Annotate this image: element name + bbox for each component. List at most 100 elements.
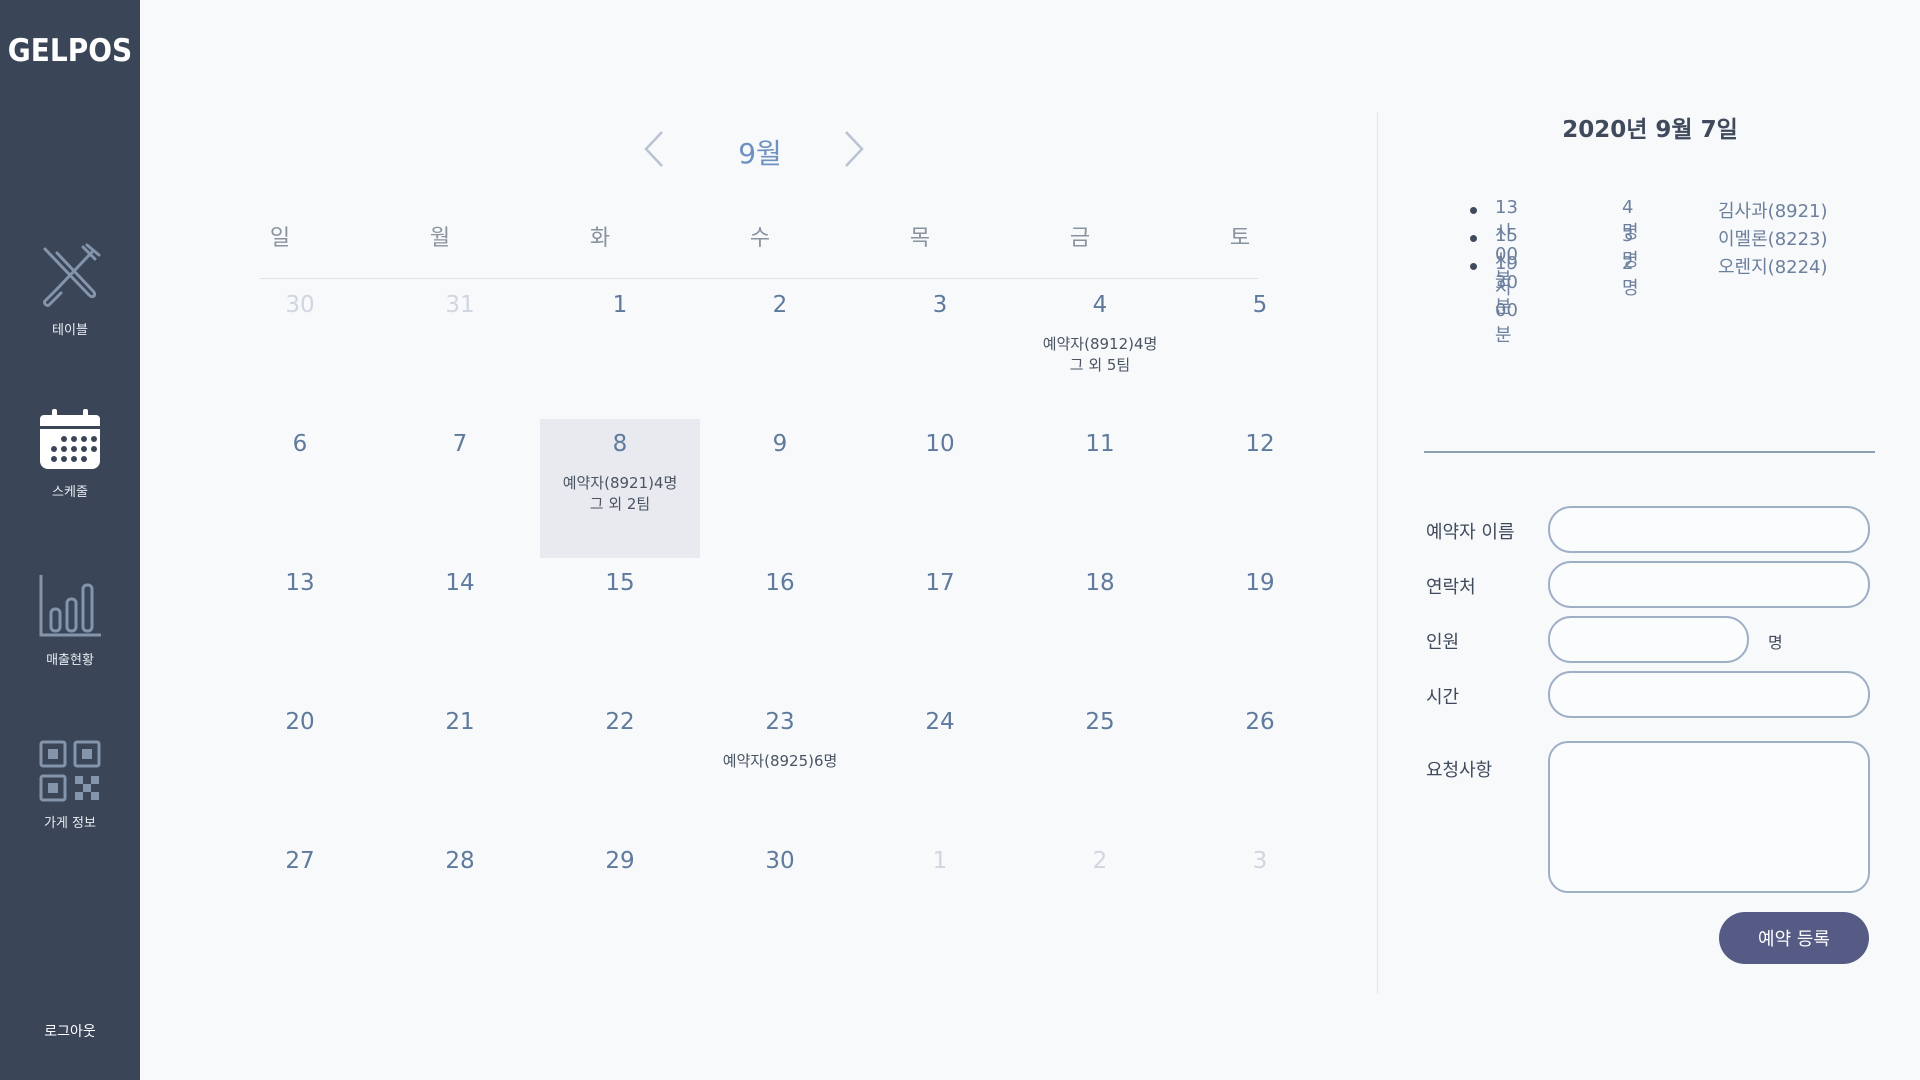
month-navigator: 9월	[630, 130, 890, 170]
day-number: 27	[285, 848, 315, 874]
calendar-day-cell[interactable]: 28	[380, 836, 540, 975]
day-number: 8	[612, 431, 628, 457]
reservation-name: 오렌지(8224)	[1718, 257, 1828, 278]
calendar-day-cell[interactable]: 16	[700, 558, 860, 697]
request-field-wrapper	[1548, 741, 1870, 893]
weekday-label: 금	[1069, 226, 1091, 251]
calendar-day-cell[interactable]: 2	[700, 280, 860, 419]
day-number: 1	[612, 292, 628, 318]
sidebar-item-table[interactable]: 테이블	[0, 243, 140, 338]
name-input[interactable]	[1550, 508, 1868, 551]
people-input[interactable]	[1550, 618, 1747, 661]
calendar-icon	[40, 409, 100, 469]
sidebar: GELPOS 테이블 스케줄 매출현황 가게 정보 로그아웃	[0, 0, 140, 1080]
day-event-summary: 예약자(8921)4명 그 외 2팀	[540, 473, 700, 515]
people-field-wrapper	[1548, 616, 1749, 663]
calendar-day-cell[interactable]: 29	[540, 836, 700, 975]
day-number: 11	[1085, 431, 1115, 457]
calendar-day-cell[interactable]: 9	[700, 419, 860, 558]
weekday-label: 월	[429, 226, 451, 251]
calendar-day-cell[interactable]: 13	[220, 558, 380, 697]
day-number: 13	[285, 570, 315, 596]
calendar-day-cell[interactable]: 19	[1180, 558, 1340, 697]
calendar-day-cell[interactable]: 26	[1180, 697, 1340, 836]
calendar-day-cell[interactable]: 30	[700, 836, 860, 975]
calendar-day-cell[interactable]: 20	[220, 697, 380, 836]
day-number: 2	[772, 292, 788, 318]
day-number: 6	[292, 431, 308, 457]
calendar-day-cell[interactable]: 23 예약자(8925)6명	[700, 697, 860, 836]
calendar-day-cell[interactable]: 7	[380, 419, 540, 558]
calendar-day-cell[interactable]: 3	[860, 280, 1020, 419]
calendar-day-cell[interactable]: 12	[1180, 419, 1340, 558]
sidebar-item-sales[interactable]: 매출현황	[0, 573, 140, 668]
day-number: 9	[772, 431, 788, 457]
day-number: 3	[932, 292, 948, 318]
calendar-day-cell[interactable]: 14	[380, 558, 540, 697]
calendar-day-cell[interactable]: 6	[220, 419, 380, 558]
calendar-day-cell[interactable]: 1	[860, 836, 1020, 975]
calendar-day-cell[interactable]: 24	[860, 697, 1020, 836]
weekday-label: 토	[1229, 226, 1251, 251]
day-event-summary: 예약자(8925)6명	[700, 751, 860, 772]
weekday-label: 화	[589, 226, 611, 251]
calendar-day-cell[interactable]: 22	[540, 697, 700, 836]
panel-divider	[1377, 112, 1378, 994]
calendar-day-cell[interactable]: 5	[1180, 280, 1340, 419]
reservation-name: 이멜론(8223)	[1718, 229, 1828, 250]
day-number: 18	[1085, 570, 1115, 596]
people-label: 인원	[1426, 632, 1460, 653]
chevron-right-icon[interactable]	[842, 130, 866, 168]
logout-button[interactable]: 로그아웃	[0, 1021, 140, 1041]
contact-field-wrapper	[1548, 561, 1870, 608]
calendar-day-cell[interactable]: 17	[860, 558, 1020, 697]
sidebar-item-label: 매출현황	[46, 653, 94, 668]
calendar-day-cell[interactable]: 10	[860, 419, 1020, 558]
calendar-divider	[260, 278, 1258, 279]
sidebar-item-schedule[interactable]: 스케줄	[0, 409, 140, 500]
chevron-left-icon[interactable]	[642, 130, 666, 168]
day-number: 28	[445, 848, 475, 874]
weekday-label: 목	[909, 226, 931, 251]
sidebar-item-label: 스케줄	[52, 485, 88, 500]
contact-input[interactable]	[1550, 563, 1868, 606]
day-number: 14	[445, 570, 475, 596]
bar-chart-icon	[39, 575, 101, 637]
sidebar-item-store-info[interactable]: 가게 정보	[0, 740, 140, 831]
calendar-day-cell[interactable]: 18	[1020, 558, 1180, 697]
calendar-day-cell[interactable]: 15	[540, 558, 700, 697]
sidebar-item-label: 테이블	[52, 323, 88, 338]
bullet-icon	[1470, 207, 1477, 214]
day-number: 3	[1252, 848, 1268, 874]
request-textarea[interactable]	[1550, 743, 1868, 891]
calendar-day-cell[interactable]: 30	[220, 280, 380, 419]
time-input[interactable]	[1550, 673, 1868, 716]
day-number: 12	[1245, 431, 1275, 457]
calendar-day-cell[interactable]: 2	[1020, 836, 1180, 975]
day-number: 7	[452, 431, 468, 457]
day-number: 29	[605, 848, 635, 874]
day-number: 21	[445, 709, 475, 735]
bullet-icon	[1470, 263, 1477, 270]
calendar-day-cell[interactable]: 11	[1020, 419, 1180, 558]
app-logo: GELPOS	[7, 32, 133, 69]
reservation-name: 김사과(8921)	[1718, 201, 1828, 222]
calendar-day-cell[interactable]: 27	[220, 836, 380, 975]
calendar-day-cell[interactable]: 3	[1180, 836, 1340, 975]
submit-reservation-button[interactable]: 예약 등록	[1719, 912, 1869, 964]
people-unit: 명	[1768, 633, 1783, 652]
calendar-day-cell[interactable]: 1	[540, 280, 700, 419]
calendar-day-cell[interactable]: 25	[1020, 697, 1180, 836]
calendar-day-cell[interactable]: 8 예약자(8921)4명 그 외 2팀	[540, 419, 700, 558]
day-number: 16	[765, 570, 795, 596]
day-number: 20	[285, 709, 315, 735]
utensils-icon	[43, 243, 101, 307]
calendar-day-cell[interactable]: 4 예약자(8912)4명 그 외 5팀	[1020, 280, 1180, 419]
qr-code-icon	[39, 740, 101, 802]
request-label: 요청사항	[1426, 760, 1493, 781]
calendar-day-cell[interactable]: 31	[380, 280, 540, 419]
calendar-day-cell[interactable]: 21	[380, 697, 540, 836]
day-number: 31	[445, 292, 475, 318]
day-number: 22	[605, 709, 635, 735]
event-primary: 예약자(8925)6명	[722, 752, 838, 770]
